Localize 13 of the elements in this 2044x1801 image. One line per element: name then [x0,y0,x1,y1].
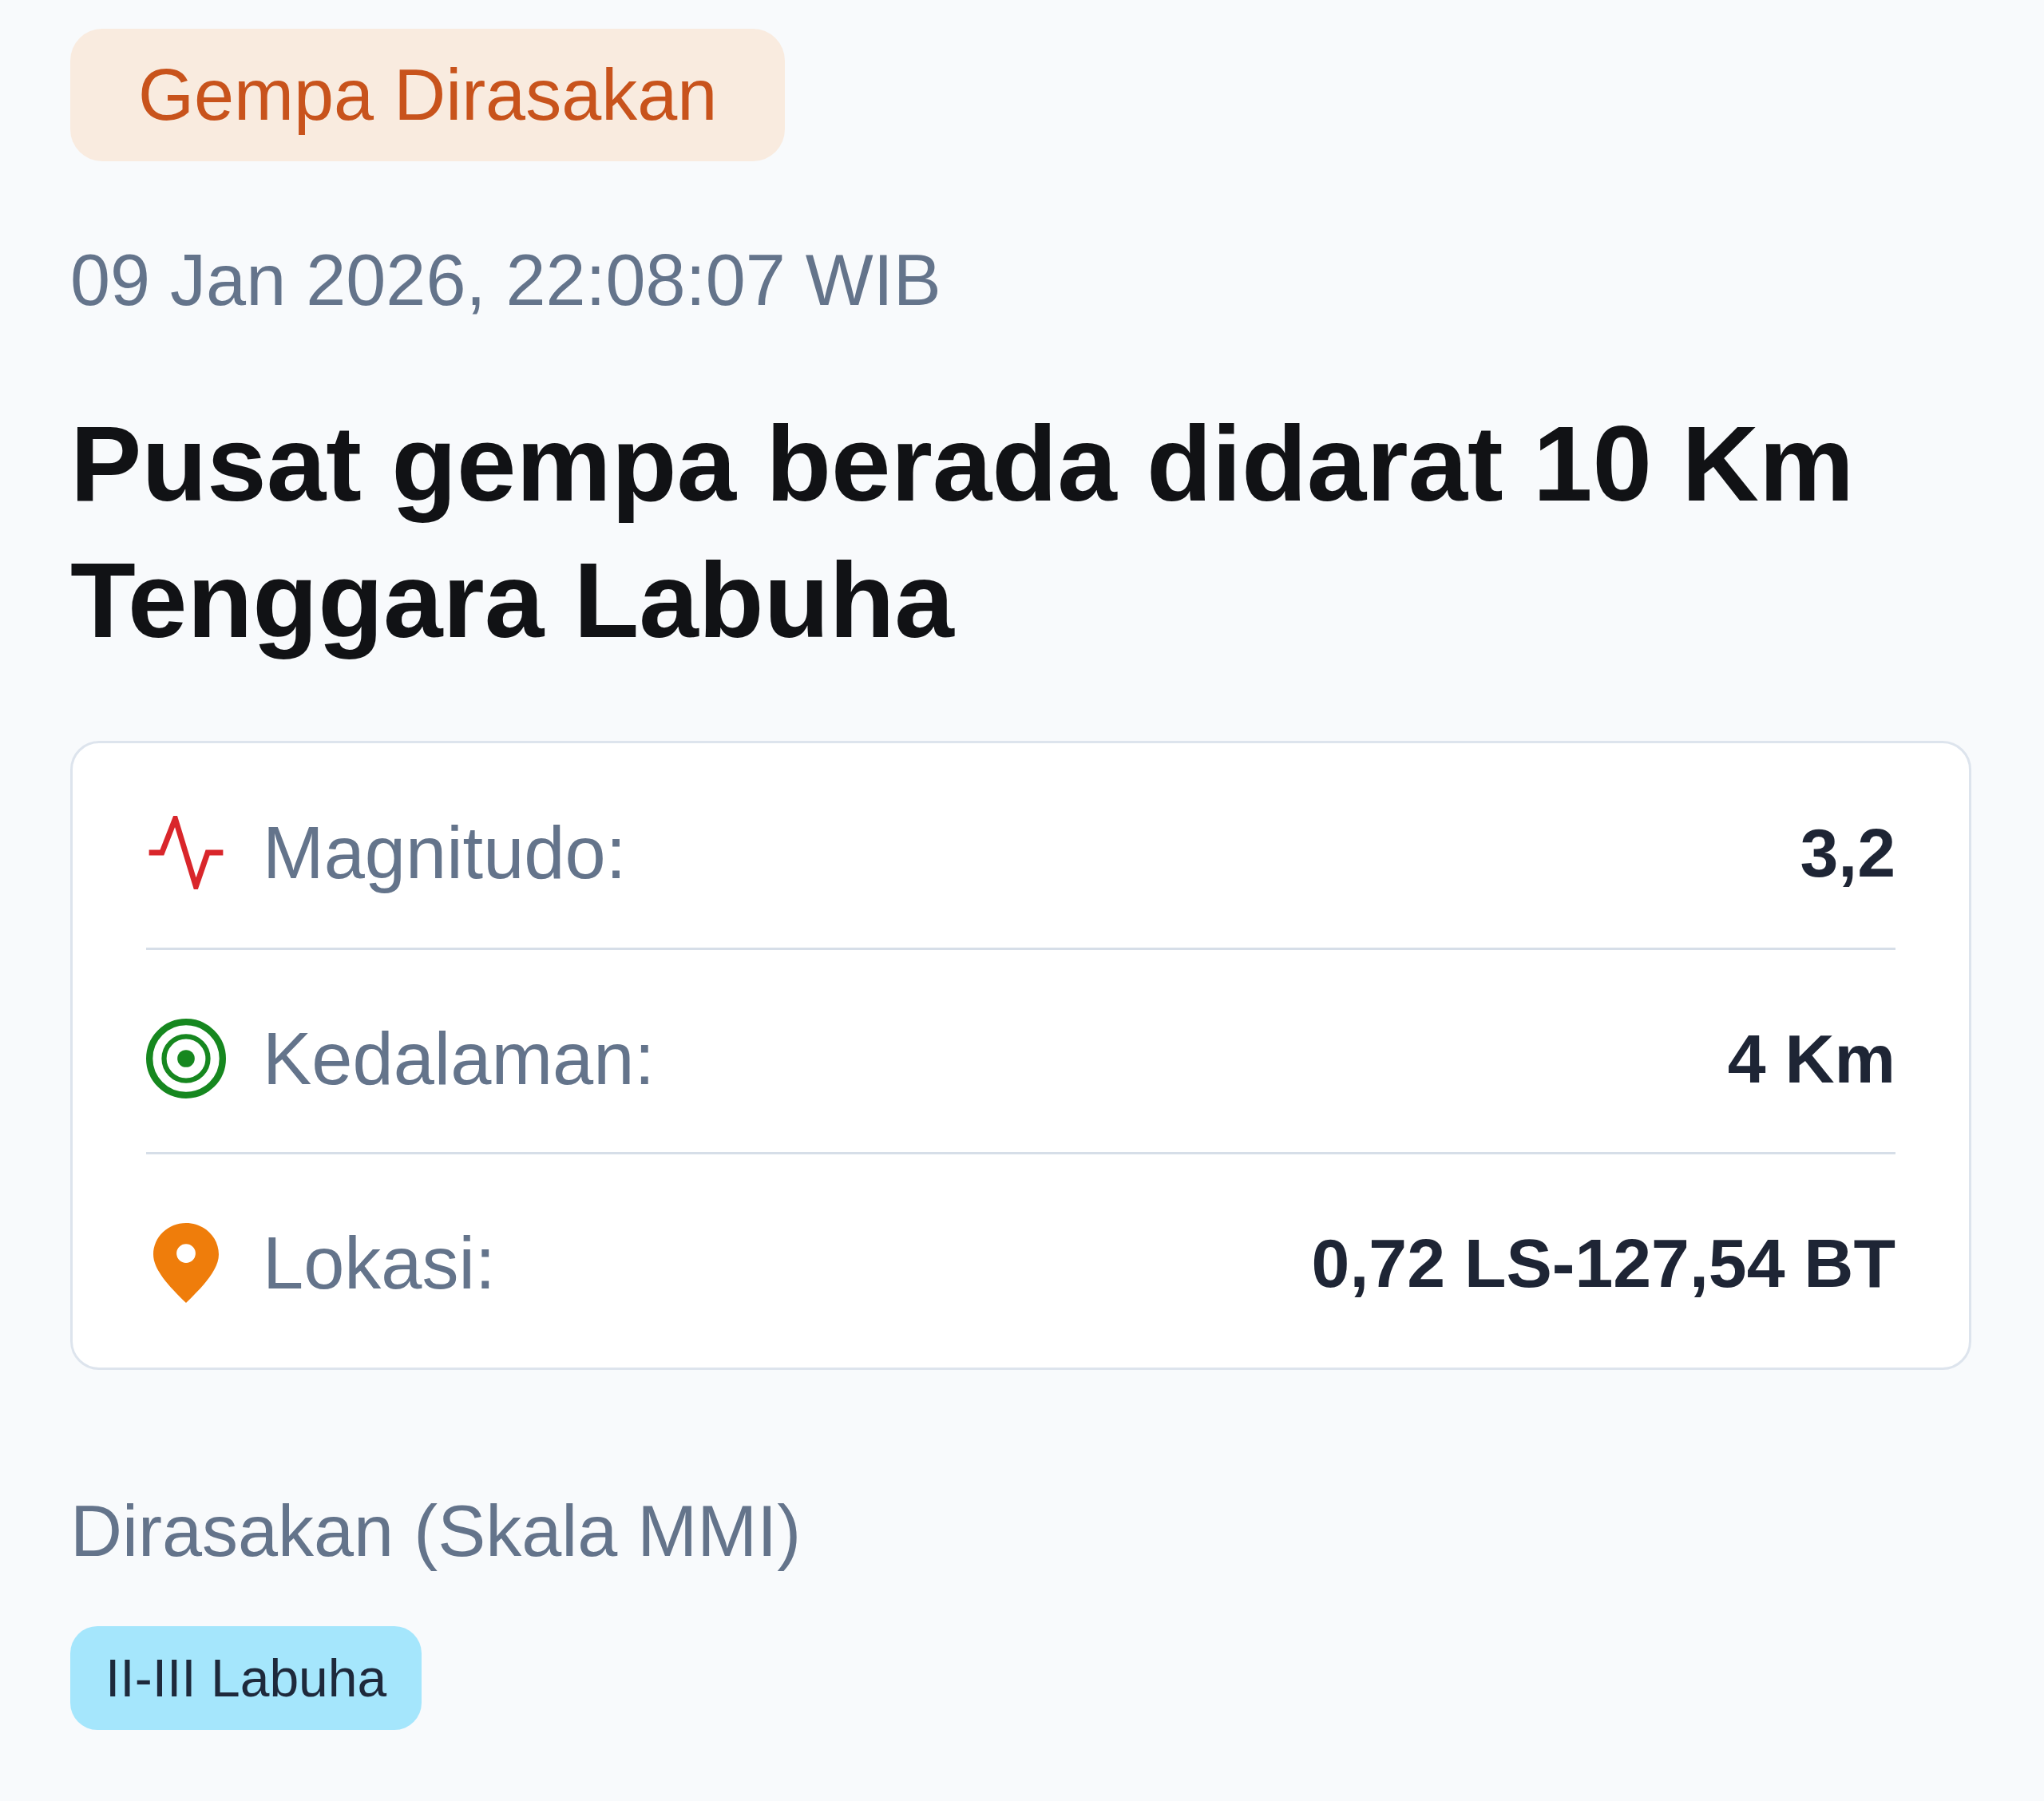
detail-label: Magnitudo: [263,811,627,895]
intensity-tag: II-III Labuha [70,1626,422,1730]
detail-label: Kedalaman: [263,1016,655,1101]
detail-value: 4 Km [1727,1019,1895,1098]
alert-badge: Gempa Dirasakan [70,29,786,161]
target-icon [146,1018,226,1098]
map-pin-icon [153,1222,219,1303]
detail-label: Lokasi: [263,1221,496,1305]
section-heading: Dirasakan (Skala MMI) [70,1493,802,1569]
detail-value: 0,72 LS-127,54 BT [1311,1223,1895,1303]
timestamp: 09 Jan 2026, 22:08:07 WIB [70,242,941,319]
detail-value: 3,2 [1800,813,1895,893]
headline: Pusat gempa berada didarat 10 Km Tenggara Labuha [70,403,1856,661]
